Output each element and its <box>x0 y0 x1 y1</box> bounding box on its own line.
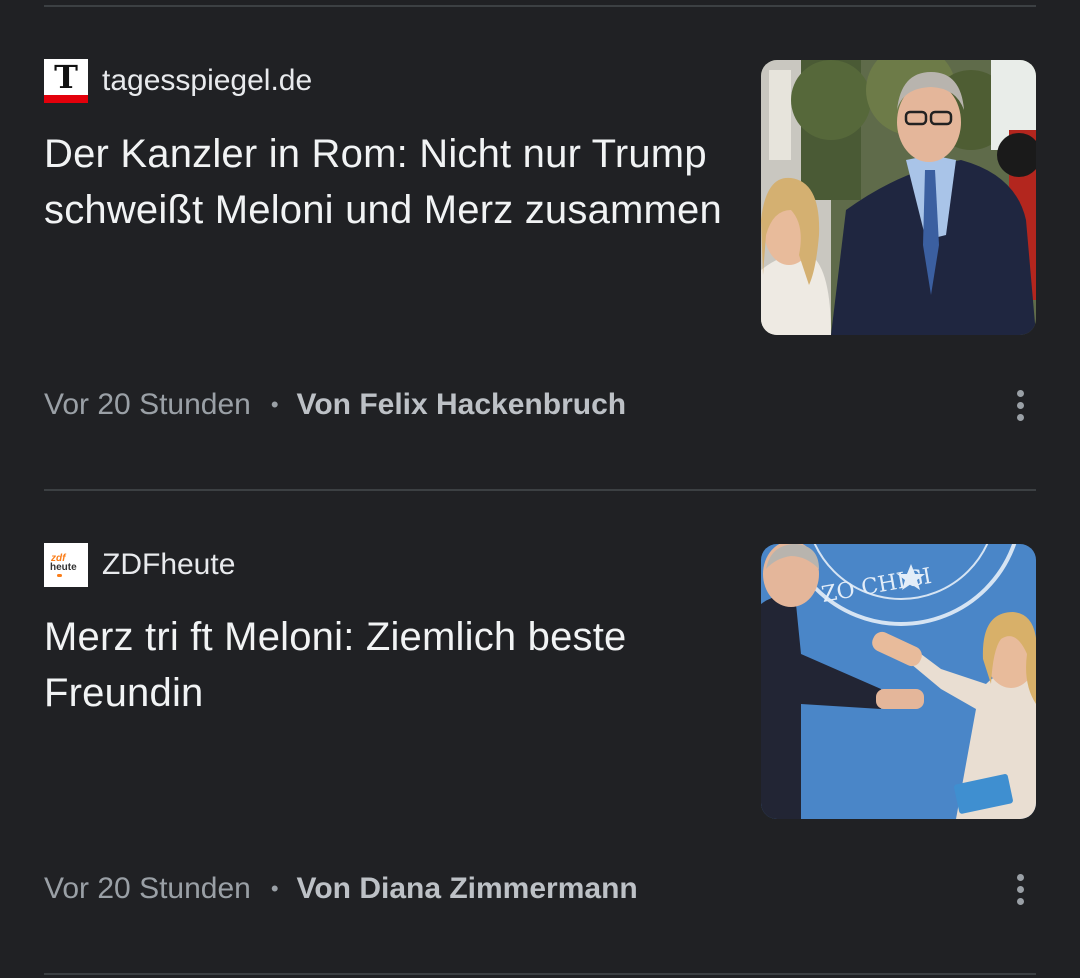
article-meta: Vor 20 Stunden • Von Felix Hackenbruch <box>44 385 626 425</box>
more-vert-icon[interactable] <box>1004 867 1036 911</box>
source-row[interactable]: T tagesspiegel.de <box>44 59 312 103</box>
news-article-card[interactable]: T tagesspiegel.de Der Kanzler in Rom: Ni… <box>0 0 1080 490</box>
article-thumbnail[interactable]: ZO CHIGI <box>761 544 1036 819</box>
news-article-card[interactable]: zdf heute ZDFheute Merz tri ft Meloni: Z… <box>0 491 1080 975</box>
heute-logo-text: heute <box>50 562 77 573</box>
zdf-logo-dot <box>57 574 62 577</box>
publish-time: Vor 20 Stunden <box>44 388 251 421</box>
article-meta: Vor 20 Stunden • Von Diana Zimmermann <box>44 869 638 909</box>
article-headline[interactable]: Der Kanzler in Rom: Nicht nur Trump schw… <box>44 126 724 238</box>
more-dot <box>1016 873 1024 881</box>
meta-separator: • <box>270 876 279 901</box>
more-dot <box>1016 897 1024 905</box>
tagesspiegel-logo-bar <box>44 95 88 103</box>
source-row[interactable]: zdf heute ZDFheute <box>44 543 235 587</box>
divider <box>44 973 1036 975</box>
article-headline[interactable]: Merz tri ft Meloni: Ziemlich beste Freun… <box>44 609 724 721</box>
more-dot <box>1016 885 1024 893</box>
more-vert-icon[interactable] <box>1004 383 1036 427</box>
author-name: Von Felix Hackenbruch <box>296 388 627 421</box>
tagesspiegel-logo-letter: T <box>54 58 78 96</box>
more-dot <box>1016 401 1024 409</box>
source-name: tagesspiegel.de <box>102 64 313 97</box>
publish-time: Vor 20 Stunden <box>44 872 251 905</box>
thumbnail-photo-merz-meloni-rome <box>761 60 1036 335</box>
thumbnail-photo-merz-meloni-handshake: ZO CHIGI <box>761 544 1036 819</box>
article-thumbnail[interactable] <box>761 60 1036 335</box>
meta-separator: • <box>270 392 279 417</box>
tagesspiegel-logo: T <box>44 59 88 103</box>
more-dot <box>1016 389 1024 397</box>
more-dot <box>1016 413 1024 421</box>
zdfheute-logo: zdf heute <box>44 543 88 587</box>
source-name: ZDFheute <box>102 548 236 581</box>
author-name: Von Diana Zimmermann <box>296 872 638 905</box>
